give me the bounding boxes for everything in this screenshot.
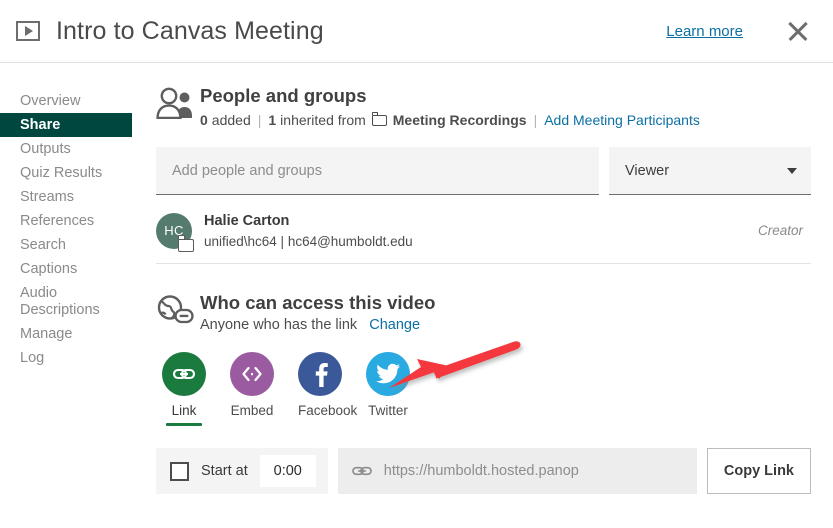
divider: |	[533, 112, 538, 128]
sidebar-item-log[interactable]: Log	[0, 346, 132, 370]
page-title: Intro to Canvas Meeting	[56, 16, 324, 45]
sidebar-item-audio-descriptions[interactable]: Audio Descriptions	[0, 281, 132, 322]
who-can-access-section: Who can access this video Anyone who has…	[156, 292, 811, 333]
share-target-twitter[interactable]: Twitter	[366, 352, 410, 426]
share-target-link[interactable]: Link	[162, 352, 206, 426]
add-people-row: Viewer	[156, 147, 811, 195]
change-access-link[interactable]: Change	[369, 317, 420, 333]
active-indicator	[166, 423, 202, 426]
close-icon[interactable]	[785, 18, 811, 44]
inherited-count: 1	[268, 112, 277, 128]
link-bar: Start at https://humboldt.hosted.panop C…	[156, 448, 811, 494]
people-section-title: People and groups	[200, 85, 367, 106]
role-select[interactable]: Viewer	[609, 147, 811, 195]
folder-icon	[371, 111, 387, 126]
added-count: 0	[200, 112, 208, 128]
start-at-group: Start at	[156, 448, 328, 494]
person-meta: unified\hc64 | hc64@humboldt.edu	[204, 234, 413, 249]
inherited-label: inherited from	[280, 112, 366, 128]
sidebar-nav: Overview Share Outputs Quiz Results Stre…	[0, 63, 132, 527]
people-group-icon	[156, 85, 200, 119]
dialog-body: Overview Share Outputs Quiz Results Stre…	[0, 63, 833, 527]
add-people-input[interactable]	[156, 147, 599, 195]
divider: |	[257, 112, 262, 128]
access-section-title: Who can access this video	[200, 292, 436, 313]
play-video-icon	[16, 21, 40, 41]
chain-link-icon	[162, 352, 206, 396]
twitter-icon	[366, 352, 410, 396]
share-panel: People and groups 0 added | 1 inherited …	[132, 63, 833, 527]
person-name: Halie Carton	[204, 213, 290, 229]
sidebar-item-search[interactable]: Search	[0, 233, 132, 257]
sidebar-item-outputs[interactable]: Outputs	[0, 137, 132, 161]
sidebar-item-manage[interactable]: Manage	[0, 322, 132, 346]
chevron-down-icon	[787, 167, 797, 174]
code-brackets-icon	[230, 352, 274, 396]
share-targets: Link Embed Facebook Twitter	[156, 352, 811, 426]
share-target-facebook[interactable]: Facebook	[298, 352, 358, 426]
copy-link-button[interactable]: Copy Link	[706, 448, 811, 494]
add-meeting-participants-link[interactable]: Add Meeting Participants	[544, 112, 700, 128]
share-target-embed[interactable]: Embed	[230, 352, 274, 426]
folder-icon	[178, 234, 194, 252]
access-text: Who can access this video Anyone who has…	[200, 292, 811, 333]
start-at-time-input[interactable]	[259, 455, 316, 487]
globe-link-icon	[156, 292, 200, 326]
person-role: Creator	[757, 223, 803, 238]
chain-link-icon	[351, 464, 372, 478]
learn-more-link[interactable]: Learn more	[666, 23, 743, 40]
sidebar-item-streams[interactable]: Streams	[0, 185, 132, 209]
facebook-icon	[298, 352, 342, 396]
person-info: Halie Carton unified\hc64 | hc64@humbold…	[204, 212, 758, 249]
inherited-folder-name[interactable]: Meeting Recordings	[393, 112, 527, 128]
access-status: Anyone who has the link	[200, 317, 358, 333]
share-url-field[interactable]: https://humboldt.hosted.panop	[337, 448, 697, 494]
sidebar-item-overview[interactable]: Overview	[0, 89, 132, 113]
added-label: added	[211, 112, 251, 128]
people-and-groups-section: People and groups 0 added | 1 inherited …	[156, 85, 811, 128]
people-section-subtitle: 0 added | 1 inherited from Meeting Recor…	[200, 111, 811, 128]
access-status-row: Anyone who has the link Change	[200, 317, 811, 333]
start-at-checkbox[interactable]	[170, 461, 189, 481]
sidebar-item-share[interactable]: Share	[0, 113, 132, 137]
share-target-label: Twitter	[368, 403, 408, 418]
people-section-text: People and groups 0 added | 1 inherited …	[200, 85, 811, 128]
share-target-label: Link	[171, 403, 197, 418]
role-select-value: Viewer	[625, 162, 670, 179]
share-target-label: Facebook	[298, 403, 358, 418]
sidebar-item-quiz-results[interactable]: Quiz Results	[0, 161, 132, 185]
share-url-value: https://humboldt.hosted.panop	[383, 463, 579, 479]
share-target-label: Embed	[230, 403, 274, 418]
sidebar-item-captions[interactable]: Captions	[0, 257, 132, 281]
dialog-header: Intro to Canvas Meeting Learn more	[0, 0, 833, 63]
start-at-label: Start at	[201, 463, 248, 479]
sidebar-item-references[interactable]: References	[0, 209, 132, 233]
avatar: HC	[156, 212, 200, 252]
person-row: HC Halie Carton unified\hc64 | hc64@humb…	[156, 200, 811, 264]
